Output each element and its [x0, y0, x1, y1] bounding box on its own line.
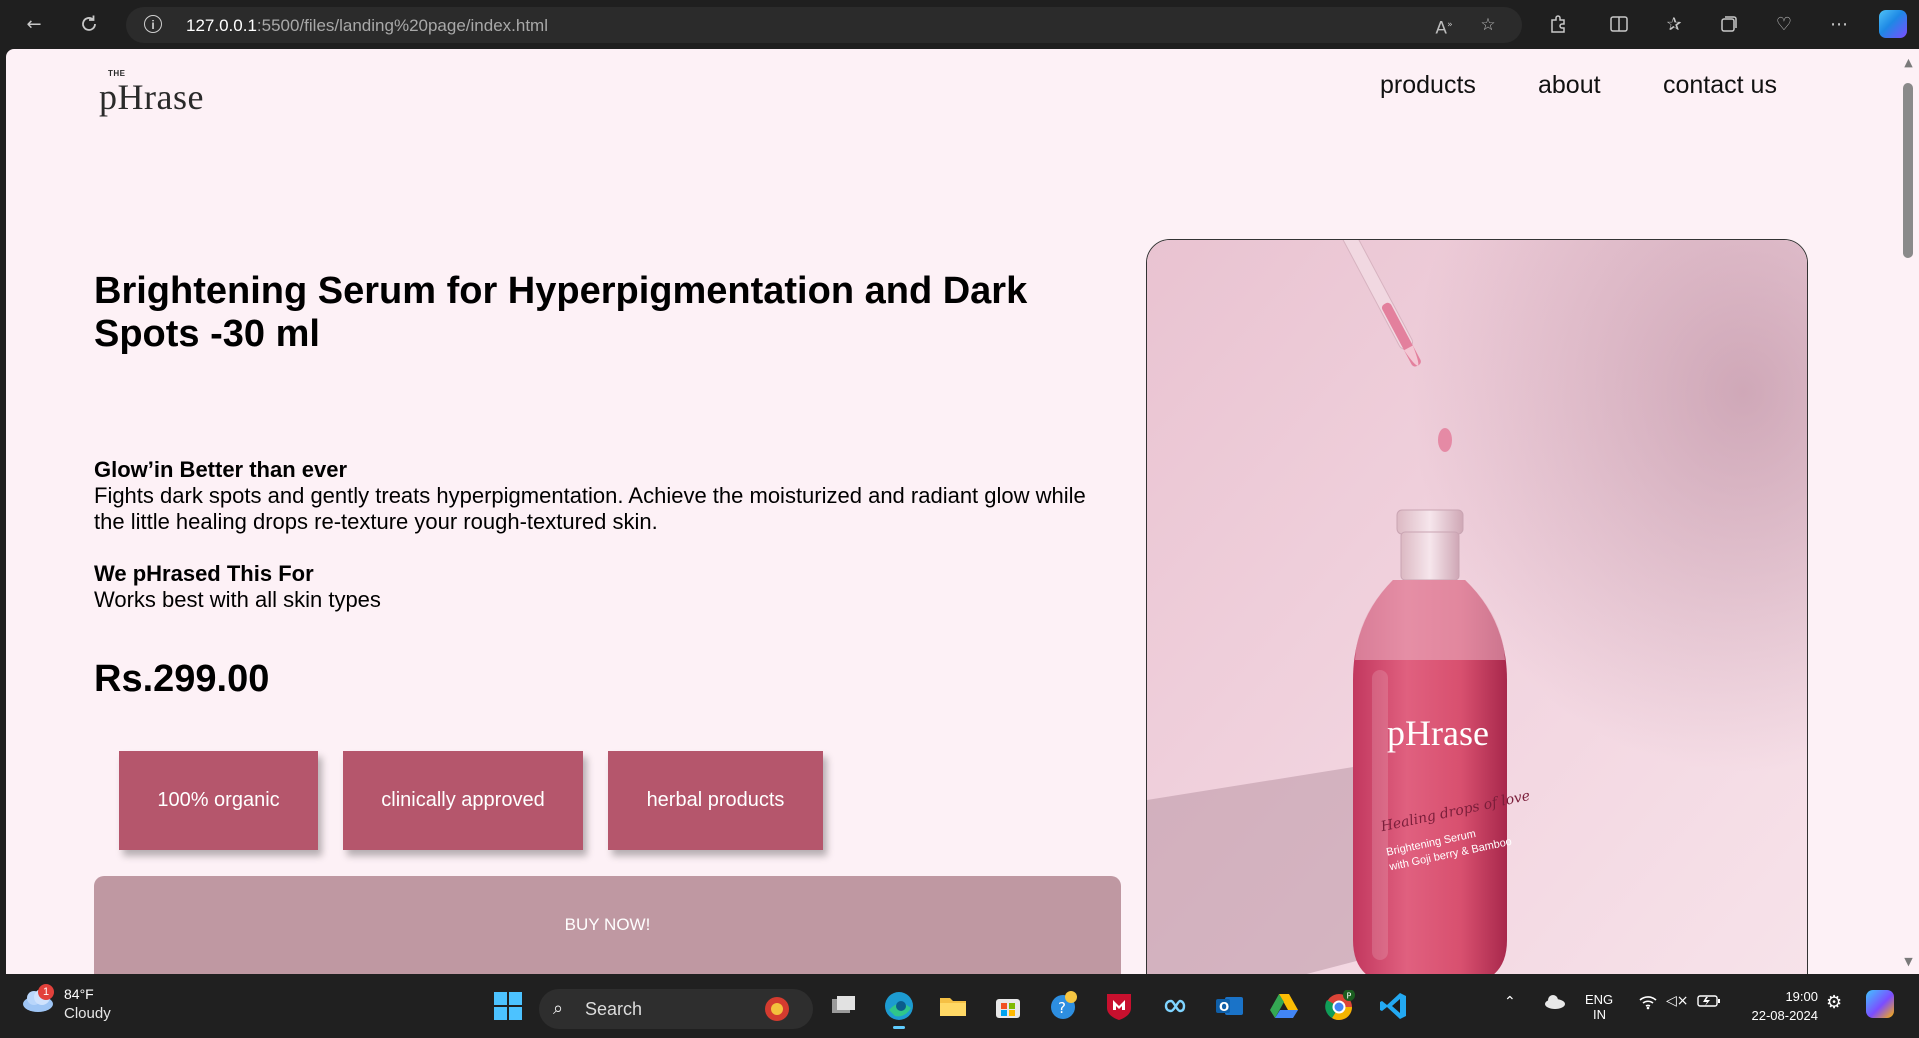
search-icon: ⌕	[553, 998, 564, 1019]
favorites-icon[interactable]: ✰	[1658, 8, 1690, 40]
volume-muted-icon[interactable]: ◁×	[1666, 993, 1689, 1009]
taskbar: 1 84°F Cloudy ⌕ Search ? O P ⌃ ENG IN ◁×…	[0, 974, 1919, 1038]
search-highlight-icon	[765, 997, 789, 1021]
extensions-icon[interactable]	[1542, 8, 1574, 40]
taskbar-search[interactable]: ⌕ Search	[539, 989, 813, 1029]
weather-alert-badge: 1	[38, 984, 54, 1000]
product-title: Brightening Serum for Hyperpigmentation …	[94, 270, 1028, 355]
chrome-icon[interactable]: P	[1323, 989, 1355, 1022]
collections-icon[interactable]	[1713, 8, 1745, 40]
battery-icon[interactable]	[1697, 994, 1721, 1011]
wifi-icon[interactable]	[1638, 994, 1658, 1013]
vscode-icon[interactable]	[1378, 990, 1410, 1022]
skin-type-text: Works best with all skin types	[94, 587, 381, 612]
skin-type-title: We pHrased This For	[94, 561, 314, 586]
notifications-icon[interactable]: ⚙	[1826, 992, 1842, 1013]
scroll-thumb[interactable]	[1903, 83, 1913, 258]
clock-date: 22-08-2024	[1751, 1008, 1819, 1023]
infinity-app-icon[interactable]	[1158, 990, 1190, 1022]
language-region: IN	[1593, 1007, 1606, 1022]
more-menu-icon[interactable]: ⋯	[1823, 8, 1855, 40]
task-view-icon[interactable]	[828, 990, 860, 1022]
nav-about[interactable]: about	[1538, 71, 1601, 100]
page-viewport: THE pHrase products about contact us Bri…	[6, 49, 1898, 974]
svg-text:P: P	[1347, 992, 1352, 1001]
read-aloud-icon[interactable]: A»	[1432, 13, 1456, 39]
clock[interactable]: 19:00 22-08-2024	[1738, 989, 1819, 1023]
weather-condition: Cloudy	[64, 1005, 111, 1022]
badge-clinically-approved[interactable]: clinically approved	[343, 751, 583, 850]
weather-widget[interactable]: 1 84°F Cloudy	[20, 984, 111, 1022]
nav-products[interactable]: products	[1380, 71, 1476, 100]
site-info-icon[interactable]: i	[144, 15, 162, 33]
onedrive-icon[interactable]	[1543, 992, 1567, 1013]
nav-contact-us[interactable]: contact us	[1663, 71, 1777, 100]
scroll-up-icon[interactable]: ▲	[1901, 55, 1916, 70]
url-text[interactable]: 127.0.0.1:5500/files/landing%20page/inde…	[186, 16, 548, 36]
microsoft-store-icon[interactable]	[992, 990, 1024, 1022]
google-drive-icon[interactable]	[1268, 990, 1300, 1022]
favorite-star-icon[interactable]: ☆	[1476, 13, 1500, 37]
address-bar[interactable]: i 127.0.0.1:5500/files/landing%20page/in…	[126, 7, 1522, 43]
vertical-scrollbar[interactable]: ▲ ▼	[1898, 49, 1919, 974]
mcafee-icon[interactable]	[1103, 990, 1135, 1022]
copilot-taskbar-icon[interactable]	[1866, 990, 1894, 1018]
language-code: ENG	[1585, 992, 1614, 1007]
file-explorer-icon[interactable]	[937, 990, 969, 1022]
back-icon[interactable]: ←	[18, 8, 50, 40]
scroll-down-icon[interactable]: ▼	[1901, 954, 1916, 969]
windows-start-icon[interactable]	[492, 990, 524, 1022]
weather-temp: 84°F	[64, 986, 94, 1002]
clock-time: 19:00	[1785, 989, 1818, 1004]
buy-now-button[interactable]: BUY NOW!	[94, 876, 1121, 974]
language-indicator[interactable]: ENG IN	[1585, 992, 1613, 1022]
tips-app-icon[interactable]: ?	[1048, 990, 1080, 1022]
browser-essentials-icon[interactable]: ♡	[1768, 8, 1800, 40]
logo-word: pHrase	[99, 77, 204, 117]
split-screen-icon[interactable]	[1603, 8, 1635, 40]
outlook-icon[interactable]: O	[1213, 990, 1245, 1022]
product-price: Rs.299.00	[94, 658, 270, 700]
svg-text:O: O	[1219, 1000, 1229, 1014]
bottle-brand: pHrase	[1387, 713, 1489, 753]
tagline-text: Fights dark spots and gently treats hype…	[94, 483, 1086, 534]
browser-toolbar: ← i 127.0.0.1:5500/files/landing%20page/…	[0, 0, 1919, 49]
badge-herbal-products[interactable]: herbal products	[608, 751, 823, 850]
copilot-icon[interactable]	[1879, 10, 1907, 38]
tagline-title: Glow’in Better than ever	[94, 457, 348, 482]
badge-organic[interactable]: 100% organic	[119, 751, 318, 850]
product-photo: pHrase Healing drops of love Brightening…	[1146, 239, 1808, 974]
search-label: Search	[585, 999, 643, 1019]
svg-text:?: ?	[1058, 999, 1066, 1017]
edge-browser-icon[interactable]	[883, 990, 915, 1029]
refresh-icon[interactable]	[73, 8, 105, 40]
tray-overflow-icon[interactable]: ⌃	[1504, 994, 1516, 1010]
